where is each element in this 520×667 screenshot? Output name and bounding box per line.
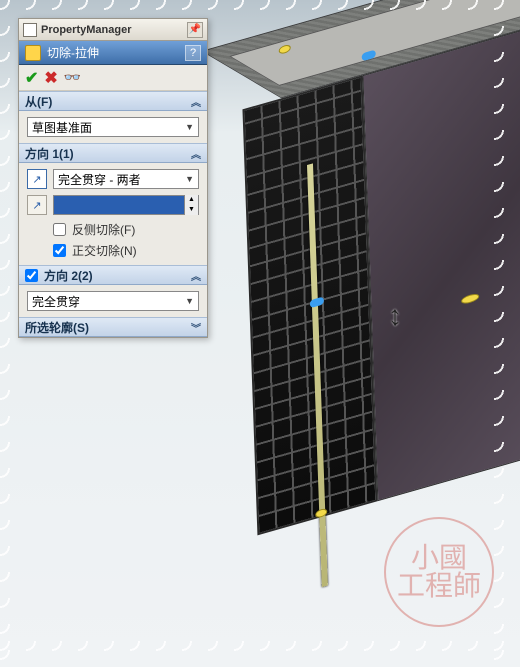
section-dir1-label: 方向 1(1) xyxy=(25,145,74,162)
chevron-up-icon: ︽ xyxy=(191,94,201,109)
flip-side-label: 反侧切除(F) xyxy=(72,221,135,238)
help-button[interactable]: ? xyxy=(185,45,201,61)
pm-title: PropertyManager xyxy=(41,24,131,36)
model-body xyxy=(240,0,520,595)
chevron-up-icon: ︽ xyxy=(191,146,201,161)
reverse-direction-button[interactable]: ↗ xyxy=(27,169,47,189)
chevron-down-icon: ︾ xyxy=(191,320,201,335)
chevron-down-icon: ▼ xyxy=(185,174,194,184)
section-dir2-label: 方向 2(2) xyxy=(44,267,93,284)
pm-tab-icon[interactable] xyxy=(23,23,37,37)
normal-cut-checkbox[interactable]: 正交切除(N) xyxy=(53,242,199,259)
section-from-label: 从(F) xyxy=(25,93,52,110)
dir2-end-condition-value: 完全贯穿 xyxy=(32,293,80,310)
dir2-end-condition-select[interactable]: 完全贯穿 ▼ xyxy=(27,291,199,311)
flip-side-input[interactable] xyxy=(53,223,66,236)
pm-titlebar: PropertyManager 📌 xyxy=(19,19,207,41)
section-from-body: 草图基准面 ▼ xyxy=(19,111,207,143)
direction-arrow-icon[interactable]: ↕ xyxy=(388,298,402,333)
confirm-row: ✔ ✖ 👓 xyxy=(19,65,207,91)
model-face-side xyxy=(362,24,520,501)
normal-cut-label: 正交切除(N) xyxy=(72,242,137,259)
chevron-down-icon: ▼ xyxy=(185,122,194,132)
from-select[interactable]: 草图基准面 ▼ xyxy=(27,117,199,137)
spinner-icon[interactable]: ▲▼ xyxy=(184,195,198,215)
feature-title: 切除-拉伸 xyxy=(47,44,99,61)
cut-extrude-icon xyxy=(25,45,41,61)
cancel-button[interactable]: ✖ xyxy=(44,68,57,88)
feature-titlebar: 切除-拉伸 ? xyxy=(19,41,207,65)
section-from-header[interactable]: 从(F) ︽ xyxy=(19,91,207,111)
flip-side-checkbox[interactable]: 反侧切除(F) xyxy=(53,221,199,238)
dir1-depth-input[interactable]: ▲▼ xyxy=(53,195,199,215)
chevron-up-icon: ︽ xyxy=(191,268,201,283)
normal-cut-input[interactable] xyxy=(53,244,66,257)
section-dir1-body: ↗ 完全贯穿 - 两者 ▼ ↗ ▲▼ 反侧切除(F) 正交切除(N) xyxy=(19,163,207,265)
pin-icon[interactable]: 📌 xyxy=(187,22,203,38)
from-select-value: 草图基准面 xyxy=(32,119,92,136)
section-contours-header[interactable]: 所选轮廓(S) ︾ xyxy=(19,317,207,337)
ok-button[interactable]: ✔ xyxy=(25,68,38,88)
property-manager-panel: PropertyManager 📌 切除-拉伸 ? ✔ ✖ 👓 从(F) ︽ 草… xyxy=(18,18,208,338)
dir1-end-condition-select[interactable]: 完全贯穿 - 两者 ▼ xyxy=(53,169,199,189)
section-dir2-body: 完全贯穿 ▼ xyxy=(19,285,207,317)
preview-button[interactable]: 👓 xyxy=(64,69,81,86)
dir2-enable-checkbox[interactable] xyxy=(25,269,38,282)
model-rod xyxy=(307,163,328,587)
graphics-viewport[interactable]: ↕ xyxy=(170,40,510,657)
section-dir2-header[interactable]: 方向 2(2) ︽ xyxy=(19,265,207,285)
section-contours-label: 所选轮廓(S) xyxy=(25,319,89,336)
dir1-depth-value xyxy=(54,196,184,214)
chevron-down-icon: ▼ xyxy=(185,296,194,306)
section-dir1-header[interactable]: 方向 1(1) ︽ xyxy=(19,143,207,163)
dir1-end-condition-value: 完全贯穿 - 两者 xyxy=(58,171,141,188)
draft-button[interactable]: ↗ xyxy=(27,195,47,215)
